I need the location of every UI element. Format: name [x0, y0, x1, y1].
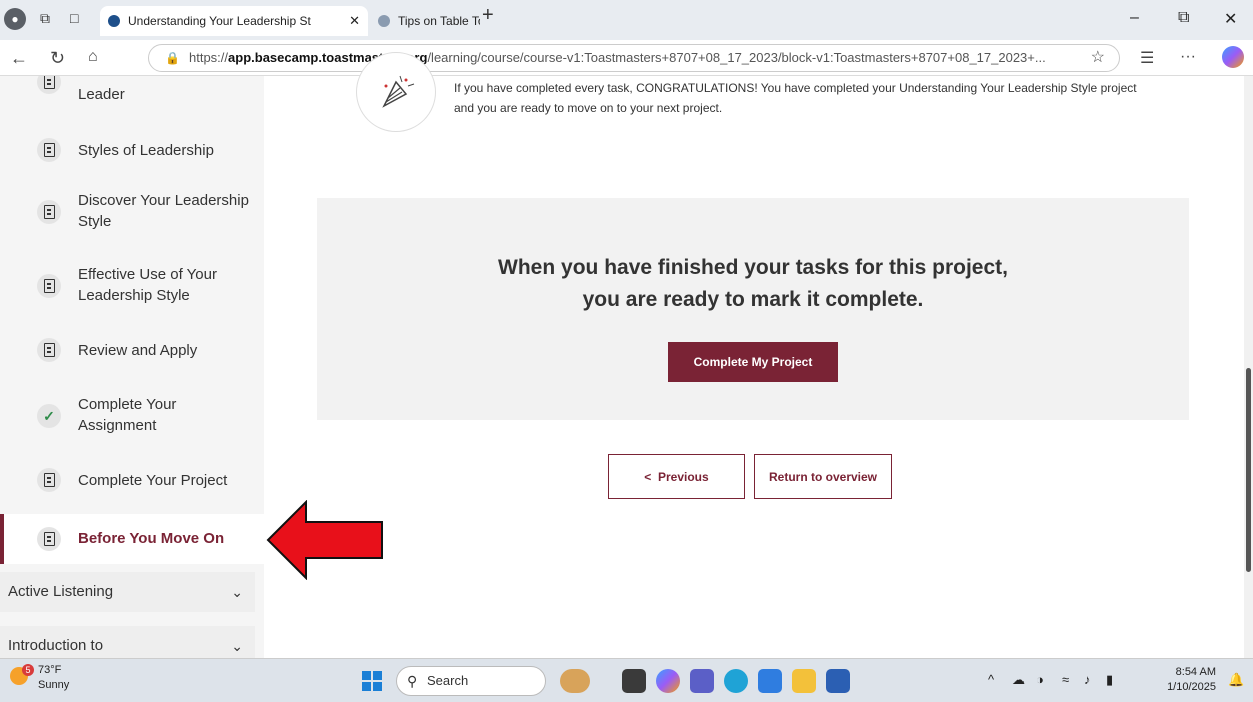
sidebar-item-discover-style[interactable]: Discover Your Leadership Style — [0, 186, 264, 238]
clock-time: 8:54 AM — [1175, 666, 1216, 678]
volume-icon[interactable]: ♪ — [1084, 672, 1091, 687]
sidebar-item-label: Complete Your Assignment — [78, 396, 177, 434]
document-icon — [37, 200, 61, 224]
close-window-icon[interactable]: ✕ — [1224, 9, 1237, 29]
course-sidebar: Leader Styles of Leadership Discover You… — [0, 76, 264, 658]
browser-tab-bar: ● ⧉ □ Understanding Your Leadership St ✕… — [0, 0, 1253, 40]
lock-icon: 🔒 — [165, 51, 180, 65]
profile-icon[interactable]: ● — [4, 8, 26, 30]
file-explorer-icon[interactable] — [792, 669, 816, 693]
sidebar-item-styles-of-leadership[interactable]: Styles of Leadership — [0, 130, 264, 170]
sidebar-item-label: Leader — [78, 86, 125, 103]
copilot-icon[interactable] — [1222, 46, 1244, 68]
previous-label: Previous — [657, 469, 709, 484]
network-icon[interactable]: ◑ — [1036, 672, 1044, 687]
sidebar-item-label: Effective Use of Your Leadership Style — [78, 266, 217, 304]
sidebar-item-label: Before You Move On — [78, 530, 225, 547]
url-field[interactable]: 🔒 https://app.basecamp.toastmasters.org/… — [148, 44, 1120, 72]
task-view-icon[interactable] — [622, 669, 646, 693]
sidebar-item-effective-use[interactable]: Effective Use of Your Leadership Style — [0, 260, 264, 312]
complete-title-line: When you have finished your tasks for th… — [498, 256, 1008, 279]
favorites-icon[interactable]: ☰ — [1140, 48, 1154, 68]
search-highlight-icon[interactable] — [560, 669, 590, 693]
teams-icon[interactable] — [690, 669, 714, 693]
taskbar-search[interactable]: ⚲ Search — [396, 666, 546, 696]
wifi-icon[interactable]: ≈ — [1062, 672, 1069, 687]
document-icon — [37, 274, 61, 298]
system-clock[interactable]: 8:54 AM 1/10/2025 — [1158, 665, 1216, 695]
party-popper-icon — [356, 52, 436, 132]
sidebar-item-label: Review and Apply — [78, 342, 198, 359]
scrollbar-thumb[interactable] — [1246, 368, 1251, 572]
page-scrollbar[interactable] — [1244, 76, 1253, 658]
workspaces-icon[interactable]: ⧉ — [40, 10, 50, 27]
tab-understanding-leadership[interactable]: Understanding Your Leadership St ✕ — [100, 6, 368, 36]
complete-title-line: you are ready to mark it complete. — [582, 288, 924, 311]
url-path: /learning/course/course-v1:Toastmasters+… — [427, 50, 1046, 65]
close-tab-icon[interactable]: ✕ — [349, 6, 360, 36]
home-icon[interactable]: ⌂ — [88, 48, 98, 66]
document-icon — [37, 338, 61, 362]
clock-date: 1/10/2025 — [1167, 681, 1216, 693]
site-favicon-icon — [108, 15, 120, 27]
sidebar-item-before-you-move-on[interactable]: Before You Move On — [0, 514, 264, 564]
main-content: If you have completed every task, CONGRA… — [264, 52, 1244, 658]
sidebar-item-review-and-apply[interactable]: Review and Apply — [0, 330, 264, 370]
word-icon[interactable] — [826, 669, 850, 693]
sidebar-item-complete-project[interactable]: Complete Your Project — [0, 460, 264, 500]
weather-description: Sunny — [38, 679, 70, 691]
congratulations-text: If you have completed every task, CONGRA… — [454, 81, 1137, 115]
back-icon[interactable]: ← — [10, 48, 28, 69]
minimize-icon[interactable]: – — [1130, 9, 1139, 27]
restore-icon[interactable]: ⧉ — [1178, 9, 1189, 27]
more-options-icon[interactable]: ··· — [1180, 48, 1196, 66]
weather-badge: 5 — [22, 664, 34, 676]
tab-tips-table-topics[interactable]: Tips on Table Topics - Waikiki Toa — [370, 6, 480, 36]
battery-icon[interactable]: ▮ — [1106, 672, 1113, 688]
section-label: Active Listening — [8, 583, 114, 600]
address-bar: ← ↻ ⌂ 🔒 https://app.basecamp.toastmaster… — [0, 40, 1253, 76]
section-label: Introduction to — [8, 637, 104, 654]
section-introduction-to[interactable]: Introduction to ⌄ — [0, 626, 255, 658]
complete-my-project-button[interactable]: Complete My Project — [668, 342, 838, 382]
complete-project-panel: When you have finished your tasks for th… — [317, 198, 1189, 420]
favorite-star-icon[interactable]: ☆ — [1091, 45, 1105, 71]
complete-title: When you have finished your tasks for th… — [317, 252, 1189, 316]
new-tab-icon[interactable]: + — [482, 4, 494, 27]
notifications-bell-icon[interactable]: 🔔 — [1228, 672, 1244, 688]
search-icon: ⚲ — [407, 673, 418, 689]
refresh-icon[interactable]: ↻ — [50, 48, 65, 69]
red-arrow-annotation — [266, 500, 383, 580]
chevron-down-icon: ⌄ — [231, 638, 243, 654]
sidebar-item-label: Discover Your Leadership Style — [78, 192, 249, 230]
url-prefix: https:// — [189, 50, 229, 65]
checkmark-icon: ✓ — [37, 404, 61, 428]
edge-icon[interactable] — [724, 669, 748, 693]
onedrive-icon[interactable]: ☁ — [1012, 672, 1025, 688]
search-label: Search — [427, 673, 469, 688]
taskbar: 5 73°F Sunny ⚲ Search ^ ☁ ◑ ≈ ♪ ▮ 8:54 A… — [0, 658, 1253, 702]
store-icon[interactable] — [758, 669, 782, 693]
site-favicon-icon — [378, 15, 390, 27]
document-icon — [37, 138, 61, 162]
section-active-listening[interactable]: Active Listening ⌄ — [0, 572, 255, 612]
windows-start-icon[interactable] — [362, 671, 382, 691]
sidebar-item-label: Complete Your Project — [78, 472, 228, 489]
document-icon — [37, 76, 61, 94]
document-icon — [37, 468, 61, 492]
sidebar-item-complete-assignment[interactable]: ✓ Complete Your Assignment — [0, 390, 264, 442]
document-icon — [37, 527, 61, 551]
weather-temperature: 73°F — [38, 664, 62, 676]
chevron-left-icon: < — [644, 469, 658, 484]
copilot-app-icon[interactable] — [656, 669, 680, 693]
sidebar-item-label: Styles of Leadership — [78, 142, 214, 159]
chevron-down-icon: ⌄ — [231, 584, 243, 600]
tab-actions-icon[interactable]: □ — [70, 10, 78, 26]
return-to-overview-button[interactable]: Return to overview — [754, 454, 892, 499]
show-hidden-icons-icon[interactable]: ^ — [988, 672, 994, 687]
tab-title: Tips on Table Topics - Waikiki Toa — [398, 14, 480, 28]
sidebar-item-leader[interactable]: Leader — [0, 76, 264, 116]
tab-title: Understanding Your Leadership St — [128, 14, 311, 28]
previous-button[interactable]: < Previous — [608, 454, 745, 499]
